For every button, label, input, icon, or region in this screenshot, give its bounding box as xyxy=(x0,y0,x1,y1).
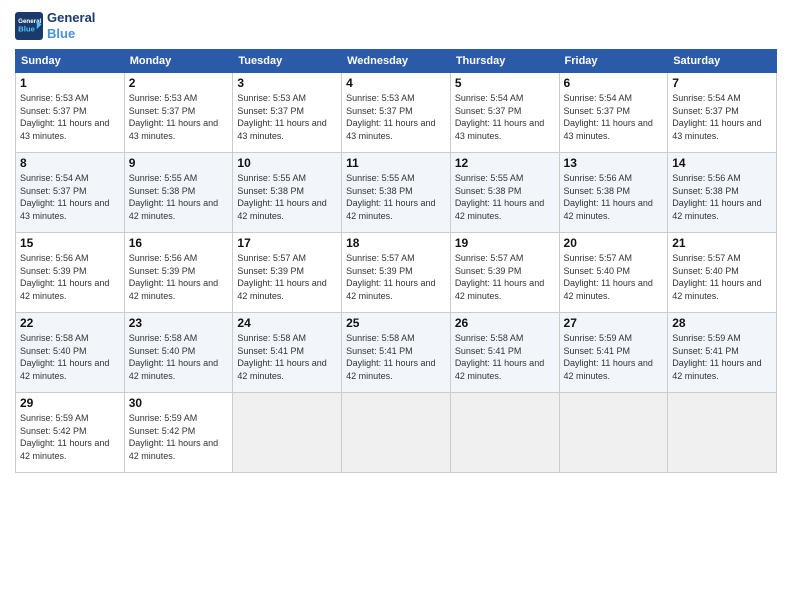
table-row: 8Sunrise: 5:54 AMSunset: 5:37 PMDaylight… xyxy=(16,153,125,233)
logo: General Blue General Blue xyxy=(15,10,95,41)
table-row: 13Sunrise: 5:56 AMSunset: 5:38 PMDayligh… xyxy=(559,153,668,233)
table-row: 20Sunrise: 5:57 AMSunset: 5:40 PMDayligh… xyxy=(559,233,668,313)
table-row xyxy=(450,393,559,473)
table-row: 14Sunrise: 5:56 AMSunset: 5:38 PMDayligh… xyxy=(668,153,777,233)
table-row: 5Sunrise: 5:54 AMSunset: 5:37 PMDaylight… xyxy=(450,73,559,153)
table-row: 26Sunrise: 5:58 AMSunset: 5:41 PMDayligh… xyxy=(450,313,559,393)
calendar-table: Sunday Monday Tuesday Wednesday Thursday… xyxy=(15,49,777,473)
table-row: 19Sunrise: 5:57 AMSunset: 5:39 PMDayligh… xyxy=(450,233,559,313)
table-row: 17Sunrise: 5:57 AMSunset: 5:39 PMDayligh… xyxy=(233,233,342,313)
table-row: 29Sunrise: 5:59 AMSunset: 5:42 PMDayligh… xyxy=(16,393,125,473)
header: General Blue General Blue xyxy=(15,10,777,41)
table-row: 10Sunrise: 5:55 AMSunset: 5:38 PMDayligh… xyxy=(233,153,342,233)
table-row: 11Sunrise: 5:55 AMSunset: 5:38 PMDayligh… xyxy=(342,153,451,233)
col-tuesday: Tuesday xyxy=(233,50,342,73)
logo-text: General Blue xyxy=(47,10,95,41)
table-row xyxy=(342,393,451,473)
col-thursday: Thursday xyxy=(450,50,559,73)
calendar-week-row: 22Sunrise: 5:58 AMSunset: 5:40 PMDayligh… xyxy=(16,313,777,393)
table-row xyxy=(559,393,668,473)
table-row: 22Sunrise: 5:58 AMSunset: 5:40 PMDayligh… xyxy=(16,313,125,393)
col-sunday: Sunday xyxy=(16,50,125,73)
table-row: 21Sunrise: 5:57 AMSunset: 5:40 PMDayligh… xyxy=(668,233,777,313)
svg-text:Blue: Blue xyxy=(18,24,36,33)
table-row: 1Sunrise: 5:53 AMSunset: 5:37 PMDaylight… xyxy=(16,73,125,153)
table-row: 4Sunrise: 5:53 AMSunset: 5:37 PMDaylight… xyxy=(342,73,451,153)
table-row: 2Sunrise: 5:53 AMSunset: 5:37 PMDaylight… xyxy=(124,73,233,153)
table-row: 30Sunrise: 5:59 AMSunset: 5:42 PMDayligh… xyxy=(124,393,233,473)
table-row: 18Sunrise: 5:57 AMSunset: 5:39 PMDayligh… xyxy=(342,233,451,313)
table-row: 25Sunrise: 5:58 AMSunset: 5:41 PMDayligh… xyxy=(342,313,451,393)
table-row: 16Sunrise: 5:56 AMSunset: 5:39 PMDayligh… xyxy=(124,233,233,313)
calendar-week-row: 15Sunrise: 5:56 AMSunset: 5:39 PMDayligh… xyxy=(16,233,777,313)
table-row: 15Sunrise: 5:56 AMSunset: 5:39 PMDayligh… xyxy=(16,233,125,313)
col-saturday: Saturday xyxy=(668,50,777,73)
page: General Blue General Blue Sunday Monday … xyxy=(0,0,792,612)
col-wednesday: Wednesday xyxy=(342,50,451,73)
table-row: 6Sunrise: 5:54 AMSunset: 5:37 PMDaylight… xyxy=(559,73,668,153)
col-friday: Friday xyxy=(559,50,668,73)
logo-icon: General Blue xyxy=(15,12,43,40)
calendar-week-row: 1Sunrise: 5:53 AMSunset: 5:37 PMDaylight… xyxy=(16,73,777,153)
table-row: 28Sunrise: 5:59 AMSunset: 5:41 PMDayligh… xyxy=(668,313,777,393)
calendar-header-row: Sunday Monday Tuesday Wednesday Thursday… xyxy=(16,50,777,73)
calendar-week-row: 8Sunrise: 5:54 AMSunset: 5:37 PMDaylight… xyxy=(16,153,777,233)
table-row: 24Sunrise: 5:58 AMSunset: 5:41 PMDayligh… xyxy=(233,313,342,393)
col-monday: Monday xyxy=(124,50,233,73)
table-row xyxy=(668,393,777,473)
table-row: 23Sunrise: 5:58 AMSunset: 5:40 PMDayligh… xyxy=(124,313,233,393)
table-row: 9Sunrise: 5:55 AMSunset: 5:38 PMDaylight… xyxy=(124,153,233,233)
table-row: 3Sunrise: 5:53 AMSunset: 5:37 PMDaylight… xyxy=(233,73,342,153)
table-row: 12Sunrise: 5:55 AMSunset: 5:38 PMDayligh… xyxy=(450,153,559,233)
table-row xyxy=(233,393,342,473)
table-row: 27Sunrise: 5:59 AMSunset: 5:41 PMDayligh… xyxy=(559,313,668,393)
table-row: 7Sunrise: 5:54 AMSunset: 5:37 PMDaylight… xyxy=(668,73,777,153)
calendar-week-row: 29Sunrise: 5:59 AMSunset: 5:42 PMDayligh… xyxy=(16,393,777,473)
